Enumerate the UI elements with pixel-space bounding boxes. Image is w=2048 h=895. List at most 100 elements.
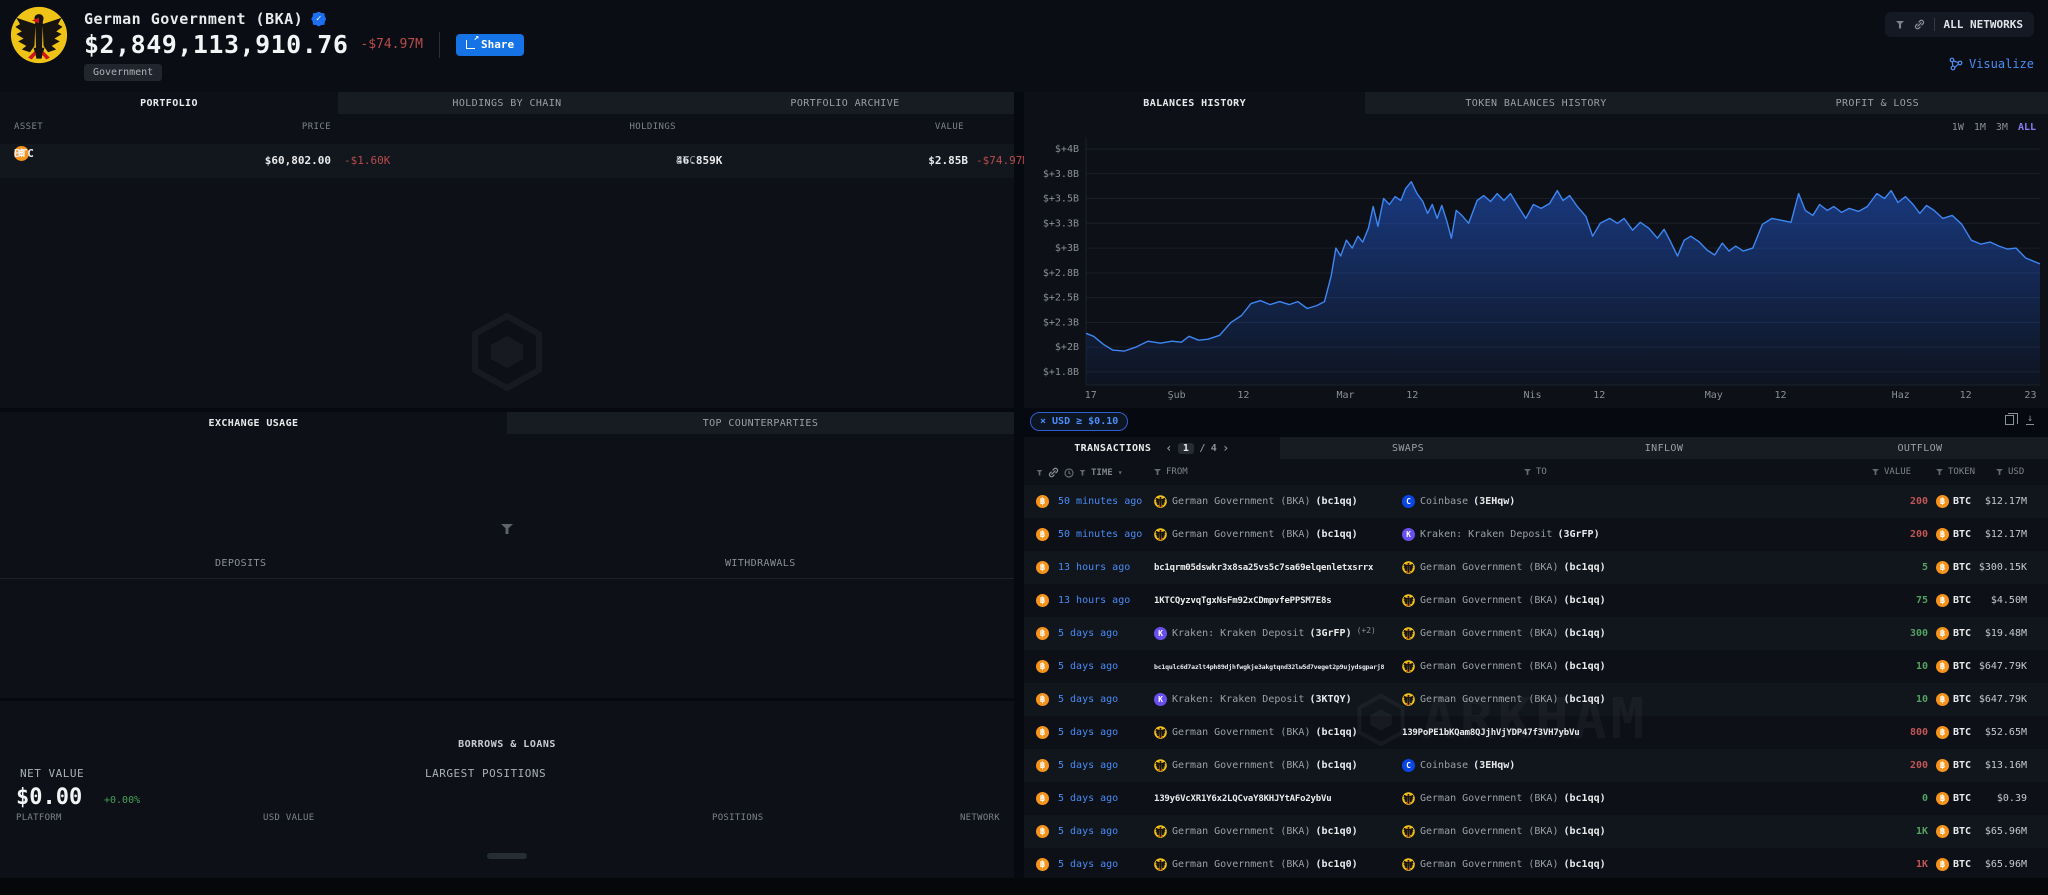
filter-icon	[1896, 21, 1905, 29]
tx-from-entity[interactable]: German Government (BKA) (bc1q0)	[1154, 848, 1400, 878]
visualize-link[interactable]: Visualize	[1949, 57, 2034, 71]
tab-swaps[interactable]: SWAPS	[1280, 437, 1536, 459]
divider	[439, 32, 440, 58]
tab-exchange-usage[interactable]: EXCHANGE USAGE	[0, 412, 507, 434]
download-icon[interactable]: ↓	[2026, 414, 2034, 425]
tx-to-entity[interactable]: German Government (BKA) (bc1qq)	[1402, 782, 1702, 815]
german-gov-icon	[1402, 693, 1415, 706]
tx-time-link[interactable]: 5 days ago	[1058, 782, 1152, 815]
table-row[interactable]: ฿ 5 days ago 139y6VcXR1Y6x2LQCvaY8KHJYtA…	[1024, 782, 2048, 815]
tx-to-entity[interactable]: Coinbase (3EHqw)	[1402, 485, 1702, 518]
tx-time-link[interactable]: 5 days ago	[1058, 683, 1152, 716]
clock-icon[interactable]	[1064, 468, 1074, 478]
link-icon[interactable]	[1048, 467, 1059, 478]
tx-value: 10	[1840, 650, 1928, 683]
tx-from-entity[interactable]: German Government (BKA) (bc1qq)	[1154, 716, 1400, 749]
balance-history-chart[interactable]: $+4B$+3.8B$+3.5B$+3.3B$+3B$+2.8B$+2.5B$+…	[1024, 114, 2048, 408]
tx-time-link[interactable]: 5 days ago	[1058, 716, 1152, 749]
table-row[interactable]: ฿ 13 hours ago 1KTCQyzvqTgxNsFm92xCDmpvf…	[1024, 584, 2048, 617]
german-gov-icon	[1154, 528, 1167, 541]
tx-to-entity[interactable]: Coinbase (3EHqw)	[1402, 749, 1702, 782]
tx-from-entity[interactable]: 1KTCQyzvqTgxNsFm92xCDmpvfePPSM7E8s	[1154, 584, 1400, 617]
exchange-icon	[1402, 528, 1415, 541]
transactions-panel: TRANSACTIONS ‹ 1 / 4 › SWAPS INFLOW OUTF…	[1024, 437, 2048, 878]
copy-icon[interactable]	[2005, 415, 2014, 425]
table-row[interactable]: ฿ 13 hours ago bc1qrm05dswkr3x8sa25vs5c7…	[1024, 551, 2048, 584]
col-to: TO	[1536, 467, 1547, 477]
filter-icon[interactable]	[1524, 469, 1531, 475]
tab-outflow[interactable]: OUTFLOW	[1792, 437, 2048, 459]
filter-icon[interactable]	[1079, 470, 1086, 476]
tx-from-entity[interactable]: German Government (BKA) (bc1qq)	[1154, 749, 1400, 782]
table-filter-row: × USD ≥ $0.10 ↓	[1024, 410, 2048, 436]
dismiss-icon[interactable]: ×	[1040, 416, 1046, 427]
tab-transactions[interactable]: TRANSACTIONS ‹ 1 / 4 ›	[1024, 437, 1280, 459]
bitcoin-network-icon: ฿	[1036, 693, 1049, 706]
table-row[interactable]: ฿ 5 days ago German Government (BKA) (bc…	[1024, 749, 2048, 782]
table-row[interactable]: ฿ 5 days ago German Government (BKA) (bc…	[1024, 848, 2048, 878]
tx-from-entity[interactable]: bc1qrm05dswkr3x8sa25vs5c7sa69elqenletxsr…	[1154, 551, 1400, 584]
tx-to-entity[interactable]: German Government (BKA) (bc1qq)	[1402, 815, 1702, 848]
col-value: VALUE	[935, 122, 964, 132]
tx-to-entity[interactable]: 139PoPE1bKQam8QJjhVjYDP47f3VH7ybVu	[1402, 716, 1702, 749]
tx-time-link[interactable]: 5 days ago	[1058, 848, 1152, 878]
tx-time-link[interactable]: 13 hours ago	[1058, 584, 1152, 617]
table-row[interactable]: ฿ 5 days ago Kraken: Kraken Deposit (3Gr…	[1024, 617, 2048, 650]
tx-from-entity[interactable]: bc1qulc6d7azlt4ph89djhfwgkje3akgtqnd32lw…	[1154, 650, 1400, 683]
table-row[interactable]: ฿ 50 minutes ago German Government (BKA)…	[1024, 485, 2048, 518]
tx-to-entity[interactable]: German Government (BKA) (bc1qq)	[1402, 584, 1702, 617]
filter-icon[interactable]	[1036, 470, 1043, 476]
tab-balances-history[interactable]: BALANCES HISTORY	[1024, 92, 1365, 114]
tx-time-link[interactable]: 5 days ago	[1058, 749, 1152, 782]
filter-icon[interactable]	[1936, 469, 1943, 475]
filter-icon[interactable]	[501, 524, 513, 534]
tab-portfolio[interactable]: PORTFOLIO	[0, 92, 338, 114]
tx-from-entity[interactable]: German Government (BKA) (bc1q0)	[1154, 815, 1400, 848]
arkham-watermark-icon	[467, 312, 547, 392]
entity-header: German Government (BKA) $2,849,113,910.7…	[0, 0, 2048, 92]
tab-top-counterparties[interactable]: TOP COUNTERPARTIES	[507, 412, 1014, 434]
tab-portfolio-archive[interactable]: PORTFOLIO ARCHIVE	[676, 92, 1014, 114]
filter-icon[interactable]	[1154, 469, 1161, 475]
table-row[interactable]: ฿ 50 minutes ago German Government (BKA)…	[1024, 518, 2048, 551]
tx-to-entity[interactable]: German Government (BKA) (bc1qq)	[1402, 617, 1702, 650]
tx-time-link[interactable]: 5 days ago	[1058, 650, 1152, 683]
tx-time-link[interactable]: 50 minutes ago	[1058, 518, 1152, 551]
tab-inflow[interactable]: INFLOW	[1536, 437, 1792, 459]
graph-icon	[1949, 57, 1963, 71]
x-axis-tick: 12	[1406, 390, 1418, 401]
tx-from-entity[interactable]: Kraken: Kraken Deposit (3KTQY)	[1154, 683, 1400, 716]
tx-from-entity[interactable]: Kraken: Kraken Deposit (3GrFP) (+2)	[1154, 617, 1400, 650]
share-button[interactable]: Share	[456, 34, 524, 56]
tx-to-entity[interactable]: German Government (BKA) (bc1qq)	[1402, 683, 1702, 716]
tx-to-entity[interactable]: German Government (BKA) (bc1qq)	[1402, 551, 1702, 584]
tx-time-link[interactable]: 5 days ago	[1058, 815, 1152, 848]
usd-filter-pill[interactable]: × USD ≥ $0.10	[1030, 412, 1128, 431]
table-row[interactable]: ฿ 5 days ago German Government (BKA) (bc…	[1024, 716, 2048, 749]
tab-holdings-by-chain[interactable]: HOLDINGS BY CHAIN	[338, 92, 676, 114]
table-row[interactable]: ฿ BTC $60,802.00 -$1.60K 46.859K BTC $2.…	[0, 144, 1014, 178]
tx-from-entity[interactable]: 139y6VcXR1Y6x2LQCvaY8KHJYtAFo2ybVu	[1154, 782, 1400, 815]
horizontal-scrollbar[interactable]	[487, 853, 527, 859]
all-networks-selector[interactable]: ALL NETWORKS	[1885, 12, 2034, 37]
table-row[interactable]: ฿ 5 days ago German Government (BKA) (bc…	[1024, 815, 2048, 848]
sort-caret-icon[interactable]: ▾	[1118, 468, 1123, 477]
tx-to-entity[interactable]: German Government (BKA) (bc1qq)	[1402, 848, 1702, 878]
tx-to-entity[interactable]: Kraken: Kraken Deposit (3GrFP)	[1402, 518, 1702, 551]
tx-time-link[interactable]: 50 minutes ago	[1058, 485, 1152, 518]
tab-token-balances-history[interactable]: TOKEN BALANCES HISTORY	[1365, 92, 1706, 114]
tx-usd-value: $52.65M	[1941, 716, 2027, 749]
filter-icon[interactable]	[1872, 469, 1879, 475]
tx-from-entity[interactable]: German Government (BKA) (bc1qq)	[1154, 485, 1400, 518]
tx-to-entity[interactable]: German Government (BKA) (bc1qq)	[1402, 650, 1702, 683]
tx-from-entity[interactable]: German Government (BKA) (bc1qq)	[1154, 518, 1400, 551]
tx-time-link[interactable]: 5 days ago	[1058, 617, 1152, 650]
table-row[interactable]: ฿ 5 days ago Kraken: Kraken Deposit (3KT…	[1024, 683, 2048, 716]
tab-profit-loss[interactable]: PROFIT & LOSS	[1707, 92, 2048, 114]
prev-page-icon[interactable]: ‹	[1165, 441, 1173, 455]
tx-time-link[interactable]: 13 hours ago	[1058, 551, 1152, 584]
table-row[interactable]: ฿ 5 days ago bc1qulc6d7azlt4ph89djhfwgkj…	[1024, 650, 2048, 683]
filter-icon[interactable]	[1996, 469, 2003, 475]
entity-tag[interactable]: Government	[84, 64, 162, 81]
next-page-icon[interactable]: ›	[1222, 441, 1230, 455]
